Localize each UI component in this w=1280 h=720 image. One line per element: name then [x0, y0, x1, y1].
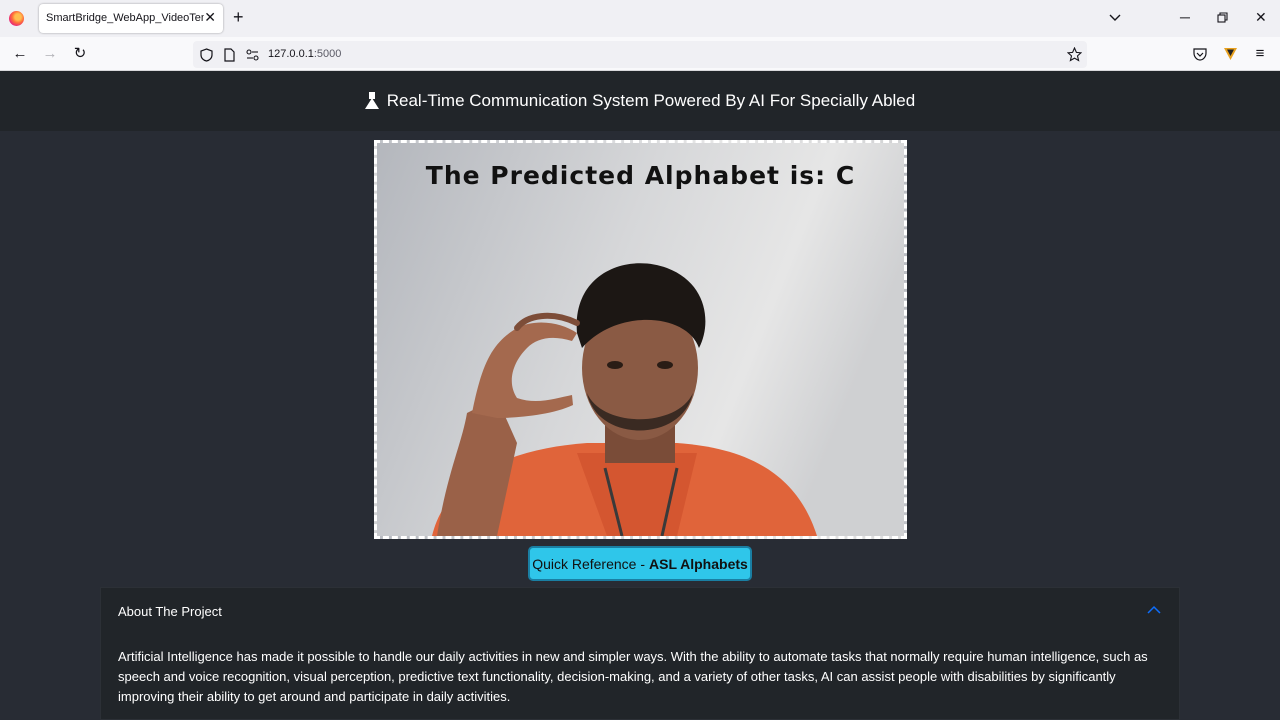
- about-accordion-header[interactable]: About The Project: [101, 588, 1179, 632]
- bookmark-star-icon[interactable]: [1067, 47, 1082, 62]
- browser-tab-bar: SmartBridge_WebApp_VideoTemplate ✕ + ─ ✕: [0, 0, 1280, 37]
- about-body-text: Artificial Intelligence has made it poss…: [118, 649, 1148, 704]
- page-title: Real-Time Communication System Powered B…: [386, 91, 916, 110]
- app-header: Real-Time Communication System Powered B…: [0, 71, 1280, 131]
- asl-reference-button[interactable]: Quick Reference - ASL Alphabets: [528, 546, 752, 581]
- url-text[interactable]: 127.0.0.1:5000: [268, 48, 341, 60]
- asl-reference-bold: ASL Alphabets: [649, 555, 748, 572]
- asl-reference-prefix: Quick Reference -: [532, 555, 646, 572]
- minimize-icon[interactable]: ─: [1180, 9, 1190, 25]
- predicted-alphabet-overlay: The Predicted Alphabet is: C: [425, 161, 856, 190]
- menu-icon[interactable]: ≡: [1252, 46, 1268, 62]
- pocket-icon[interactable]: [1193, 47, 1207, 61]
- new-tab-icon[interactable]: +: [233, 8, 244, 26]
- close-window-icon[interactable]: ✕: [1255, 9, 1267, 25]
- tab-list-chevron-icon[interactable]: [1108, 10, 1122, 24]
- webcam-video-feed: [377, 143, 904, 536]
- about-accordion: About The Project Artificial Intelligenc…: [100, 587, 1180, 720]
- permissions-icon[interactable]: [246, 49, 259, 61]
- tab-close-icon[interactable]: ✕: [204, 10, 216, 24]
- shield-icon[interactable]: [200, 48, 213, 62]
- reload-icon[interactable]: ↻: [72, 46, 88, 62]
- url-host: 127.0.0.1: [268, 48, 314, 60]
- page-icon[interactable]: [224, 48, 235, 62]
- firefox-logo-icon: [9, 11, 24, 26]
- back-icon[interactable]: ←: [12, 46, 28, 62]
- restore-icon[interactable]: [1217, 12, 1229, 24]
- video-feed-frame: The Predicted Alphabet is: C: [374, 140, 907, 539]
- chevron-up-icon[interactable]: [1146, 602, 1162, 618]
- address-bar[interactable]: 127.0.0.1:5000: [193, 41, 1087, 68]
- url-port: :5000: [313, 48, 342, 60]
- tab-title: SmartBridge_WebApp_VideoTemplate: [46, 12, 204, 24]
- browser-nav-bar: ← → ↻ 127.0.0.1:5000 ≡: [0, 37, 1280, 71]
- extension-icon[interactable]: [1223, 47, 1238, 61]
- flask-icon: [364, 92, 379, 110]
- forward-icon[interactable]: →: [42, 46, 58, 62]
- browser-tab-active[interactable]: SmartBridge_WebApp_VideoTemplate ✕: [39, 4, 223, 33]
- about-title: About The Project: [118, 604, 222, 619]
- page-body: Real-Time Communication System Powered B…: [0, 71, 1280, 720]
